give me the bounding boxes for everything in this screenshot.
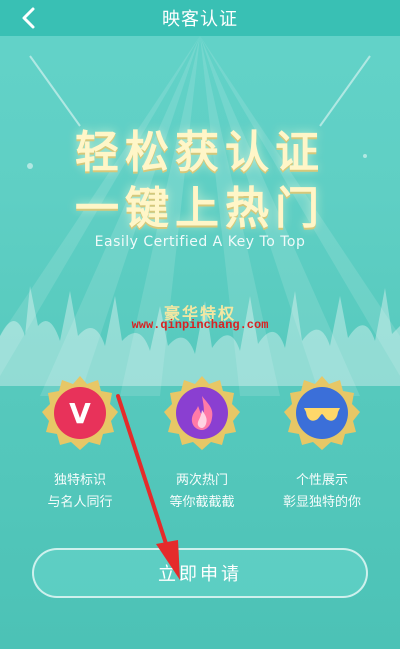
headline-line-2: 一键上热门 [75, 183, 325, 234]
privilege-caption-2: 两次热门 等你截截截 [142, 470, 262, 514]
privilege-badge-verified: V [40, 374, 120, 454]
page-title: 映客认证 [162, 9, 238, 30]
privilege-badge-style [282, 374, 362, 454]
headline-line-1: 轻松获认证 [75, 127, 325, 178]
privilege-2-line-1: 两次热门 [175, 473, 228, 488]
watermark-text: www.qinpinchang.com [131, 318, 269, 332]
apply-button[interactable]: 立即申请 [32, 548, 368, 598]
privilege-2-line-2: 等你截截截 [169, 495, 235, 510]
privilege-3-line-2: 彰显独特的你 [282, 495, 361, 510]
headline-subtitle: Easily Certified A Key To Top [94, 234, 306, 250]
chevron-left-icon[interactable] [18, 6, 42, 30]
top-bar: 映客认证 [0, 0, 400, 36]
privilege-badge-hot [162, 374, 242, 454]
privilege-1-line-2: 与名人同行 [47, 495, 113, 510]
privilege-caption-3: 个性展示 彰显独特的你 [262, 470, 382, 514]
privilege-3-line-1: 个性展示 [295, 473, 348, 488]
svg-text:V: V [69, 397, 91, 430]
privilege-caption-1: 独特标识 与名人同行 [20, 470, 140, 514]
privilege-1-line-1: 独特标识 [53, 473, 106, 488]
